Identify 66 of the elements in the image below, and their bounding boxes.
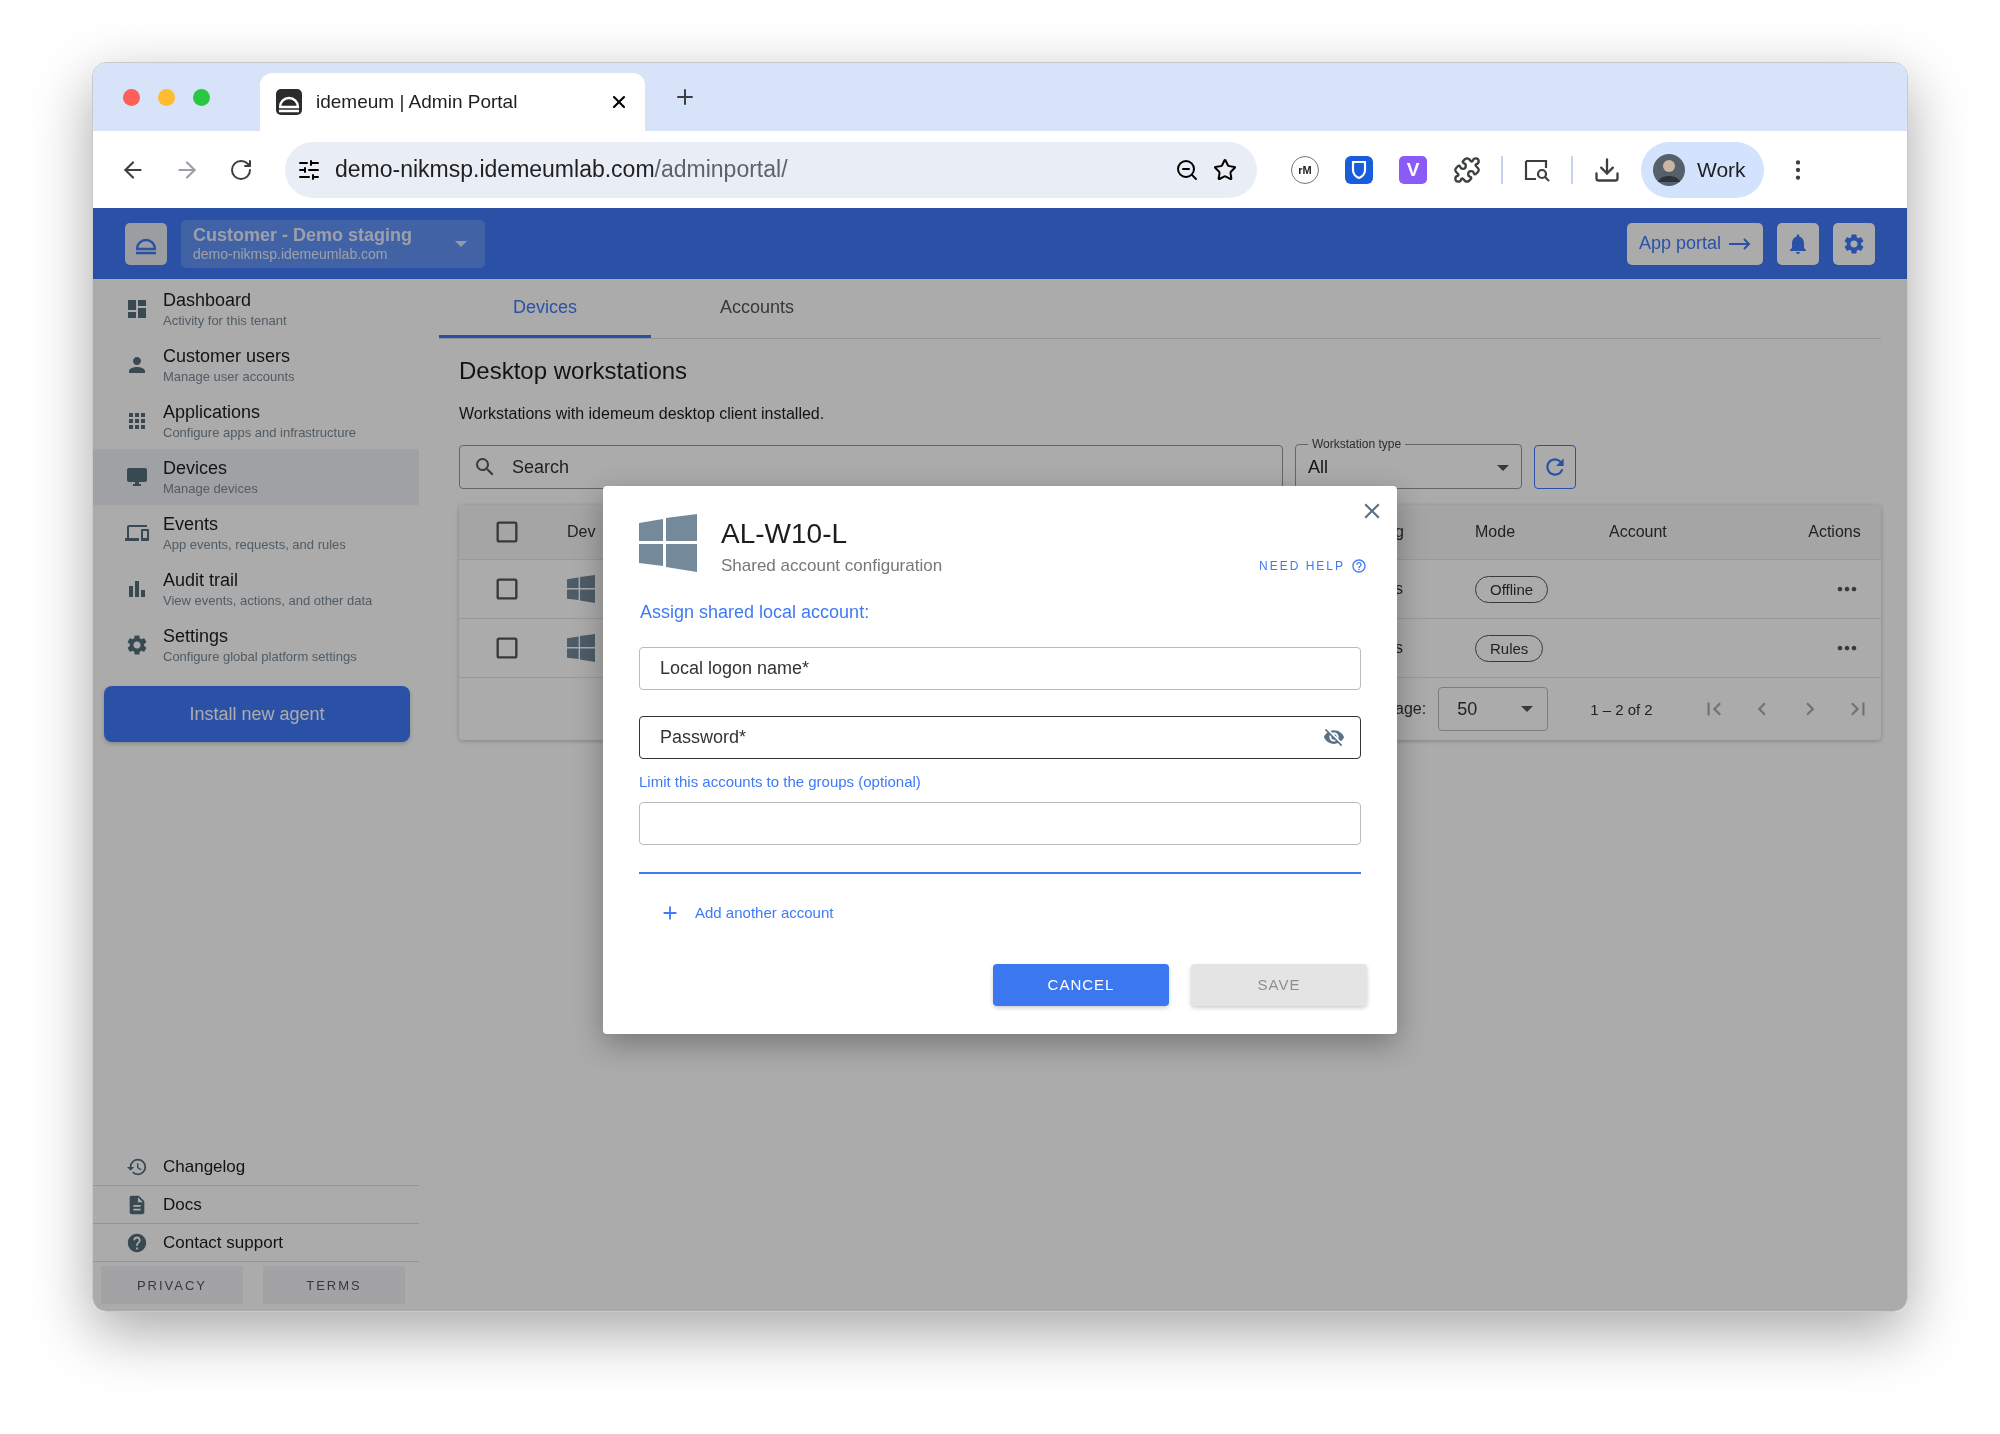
- column-header: Dev: [567, 523, 596, 541]
- legal-button[interactable]: TERMS: [263, 1266, 405, 1304]
- zoom-icon[interactable]: [1175, 157, 1199, 182]
- extension-icon[interactable]: V: [1399, 155, 1427, 184]
- download-icon[interactable]: [1593, 155, 1621, 184]
- caret-icon: [455, 240, 467, 247]
- nav-icon: [125, 633, 149, 657]
- per-page-select[interactable]: 50: [1438, 687, 1549, 731]
- sidebar-item[interactable]: Devices Manage devices: [93, 449, 419, 505]
- sidebar-item[interactable]: Applications Configure apps and infrastructure: [93, 393, 419, 449]
- groups-label: Limit this accounts to the groups (optional): [639, 772, 922, 790]
- search-field[interactable]: Search: [459, 445, 1283, 489]
- footer-link[interactable]: Docs: [93, 1186, 419, 1224]
- column-header: Actions: [1808, 523, 1861, 541]
- shield-icon[interactable]: [1345, 155, 1373, 184]
- windows-icon: [567, 575, 595, 603]
- caret-icon: [1521, 706, 1534, 712]
- puzzle-icon[interactable]: [1453, 155, 1481, 184]
- profile-button[interactable]: Work: [1641, 141, 1764, 198]
- address-bar[interactable]: demo-nikmsp.idemeumlab.com/adminportal/: [285, 141, 1257, 198]
- gear-icon: [1842, 231, 1866, 256]
- site-info-icon[interactable]: [297, 157, 321, 182]
- tab[interactable]: Accounts: [651, 279, 863, 338]
- footer-link[interactable]: Contact support: [93, 1224, 419, 1262]
- need-help-link[interactable]: NEED HELP: [1258, 557, 1367, 574]
- bookmark-star-icon[interactable]: [1213, 157, 1237, 182]
- caret-icon: [1497, 464, 1509, 471]
- cancel-button[interactable]: CANCEL: [993, 963, 1169, 1006]
- dialog-subtitle: Shared account configuration: [721, 555, 944, 576]
- browser-tab[interactable]: idemeum | Admin Portal: [260, 73, 645, 131]
- dialog-title: AL-W10-L: [721, 517, 849, 550]
- section-title: Assign shared local account:: [640, 601, 871, 623]
- groups-field[interactable]: [639, 801, 1361, 845]
- refresh-button[interactable]: [1534, 445, 1576, 489]
- arrow-icon: [1729, 237, 1751, 250]
- add-account-link[interactable]: Add another account: [659, 901, 834, 924]
- app-logo-icon: [125, 222, 167, 265]
- page-range: 1 – 2 of 2: [1590, 700, 1653, 718]
- notifications-button[interactable]: [1777, 222, 1819, 265]
- sidebar-item[interactable]: Settings Configure global platform settings: [93, 617, 419, 673]
- avatar-icon: [1653, 153, 1685, 186]
- nav-icon: [125, 465, 149, 489]
- sidebar-item[interactable]: Audit trail View events, actions, and other data: [93, 561, 419, 617]
- sidebar-item[interactable]: Events App events, requests, and rules: [93, 505, 419, 561]
- visibility-off-icon[interactable]: [1323, 726, 1345, 748]
- sidebar-item[interactable]: Customer users Manage user accounts: [93, 337, 419, 393]
- footer-link[interactable]: Changelog: [93, 1148, 419, 1186]
- reload-icon[interactable]: [229, 157, 253, 182]
- column-header: Mode: [1475, 523, 1516, 541]
- page-heading: Desktop workstations: [459, 357, 689, 385]
- input-field[interactable]: Password*: [639, 715, 1361, 759]
- tab-title: idemeum | Admin Portal: [316, 91, 519, 113]
- windows-logo-icon: [639, 513, 697, 572]
- tab-search-icon[interactable]: [1523, 157, 1551, 182]
- settings-button[interactable]: [1833, 222, 1875, 265]
- per-page-label: age:: [1395, 700, 1427, 718]
- url-text: demo-nikmsp.idemeumlab.com/adminportal/: [335, 156, 789, 183]
- page-description: Workstations with idemeum desktop client installed.: [459, 405, 826, 423]
- favicon-icon: [276, 89, 302, 115]
- legal-button[interactable]: PRIVACY: [101, 1266, 243, 1304]
- input-field[interactable]: Local logon name*: [639, 646, 1361, 690]
- sidebar-item[interactable]: Dashboard Activity for this tenant: [93, 281, 419, 337]
- windows-icon: [567, 634, 595, 662]
- column-header: Account: [1609, 523, 1667, 541]
- help-icon: [1351, 557, 1367, 574]
- nav-icon: [125, 297, 149, 321]
